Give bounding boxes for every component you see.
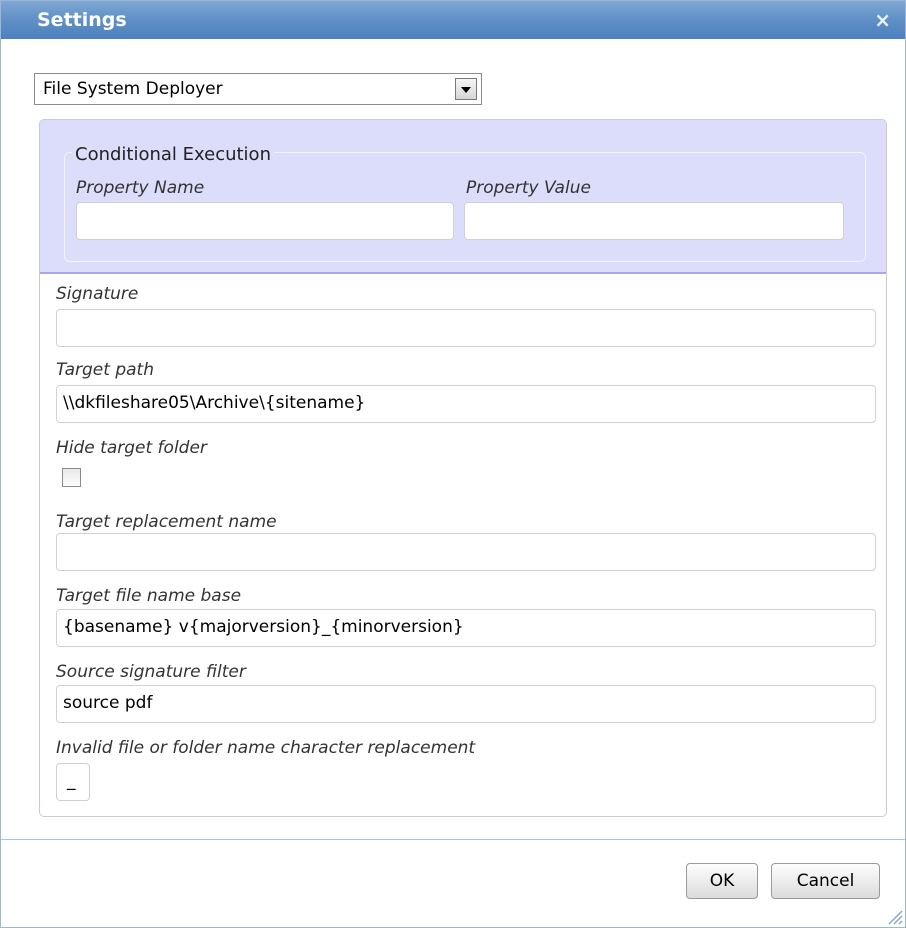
conditional-execution-section: Conditional Execution Property Name Prop… [40,120,886,274]
chevron-down-icon[interactable] [455,78,477,100]
invalid-char-replacement-input[interactable]: _ [56,763,90,801]
target-path-label: Target path [56,360,154,380]
dialog-title: Settings [37,9,127,31]
invalid-char-replacement-label: Invalid file or folder name character re… [56,738,476,758]
source-signature-filter-input[interactable]: source pdf [56,685,876,723]
property-name-input[interactable] [76,202,454,240]
settings-panel: Conditional Execution Property Name Prop… [39,119,887,817]
deployer-select[interactable]: File System Deployer [34,73,482,105]
conditional-execution-legend: Conditional Execution [72,144,274,165]
settings-dialog: Settings × File System Deployer Conditio… [0,0,906,928]
source-signature-filter-label: Source signature filter [56,662,246,682]
target-replacement-name-input[interactable] [56,533,876,571]
resize-grip-icon[interactable] [885,907,903,925]
target-file-name-base-label: Target file name base [56,586,242,606]
cancel-button[interactable]: Cancel [771,863,880,899]
property-name-label: Property Name [76,178,205,198]
footer-divider [1,839,905,840]
dialog-titlebar[interactable]: Settings × [1,1,905,39]
ok-button[interactable]: OK [686,863,758,899]
target-file-name-base-input[interactable]: {basename} v{majorversion}_{minorversion… [56,609,876,647]
property-value-input[interactable] [464,202,844,240]
hide-target-folder-label: Hide target folder [56,438,207,458]
target-path-input[interactable]: \\dkfileshare05\Archive\{sitename} [56,385,876,423]
deployer-select-value: File System Deployer [43,79,223,99]
close-icon[interactable]: × [874,8,891,32]
property-value-label: Property Value [466,178,591,198]
signature-label: Signature [56,284,139,304]
hide-target-folder-checkbox[interactable] [62,468,81,487]
target-replacement-name-label: Target replacement name [56,512,277,532]
signature-input[interactable] [56,309,876,347]
